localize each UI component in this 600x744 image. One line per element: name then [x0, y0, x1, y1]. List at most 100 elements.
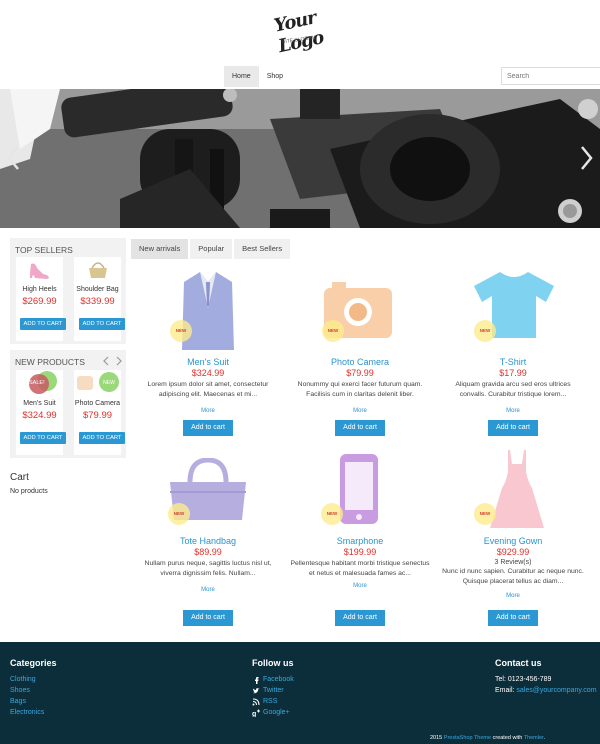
search-input[interactable]: [501, 67, 600, 85]
product-price: $199.99: [343, 547, 377, 557]
footer-contact-title: Contact us: [495, 658, 542, 668]
new-product-price: $79.99: [82, 410, 113, 421]
tab-best-sellers[interactable]: Best Sellers: [234, 239, 291, 259]
new-badge: NEW: [474, 320, 496, 342]
more-link[interactable]: More: [285, 408, 435, 414]
slider-next-arrow-icon[interactable]: [578, 145, 594, 171]
shoulder-bag-icon: [88, 262, 107, 278]
footer-link-rss[interactable]: RSS: [252, 696, 294, 707]
add-to-cart-button[interactable]: ADD TO CART: [20, 318, 66, 330]
new-badge: NEW: [170, 320, 192, 342]
chevron-right-icon[interactable]: [116, 356, 122, 366]
cart-title: Cart: [10, 472, 29, 483]
site-logo[interactable]: Your Logo SITE SLOGAN: [270, 4, 330, 57]
product-name[interactable]: Tote Handbag: [133, 536, 283, 546]
footer-link-clothing[interactable]: Clothing: [10, 674, 57, 685]
twitter-label: Twitter: [263, 687, 284, 694]
facebook-icon: [255, 676, 259, 684]
new-badge-icon: NEW: [76, 372, 119, 392]
slider-image: [0, 89, 600, 228]
copyright-created: created with: [492, 735, 523, 741]
top-seller-price: $339.99: [80, 296, 115, 307]
add-to-cart-button[interactable]: Add to cart: [488, 610, 538, 626]
footer-categories: Categories Clothing Shoes Bags Electroni…: [10, 658, 57, 718]
product-description: Aliquam gravida arcu sed eros ultrices c…: [455, 381, 571, 398]
new-product-price: $324.99: [22, 410, 57, 421]
top-seller-name: Shoulder Bag: [76, 286, 119, 293]
add-to-cart-button[interactable]: Add to cart: [183, 420, 233, 436]
svg-text:g: g: [252, 711, 256, 717]
top-seller-name: High Heels: [22, 286, 57, 293]
footer-link-google-plus[interactable]: g Google+: [252, 707, 294, 718]
product-price: $929.99: [496, 547, 530, 557]
product-description: Nunc id nunc sapien. Curabitur ac neque …: [442, 568, 584, 585]
product-price: $324.99: [191, 368, 225, 378]
product-description: Lorem ipsum dolor sit amet, consectetur …: [147, 381, 269, 398]
gown-icon[interactable]: [488, 448, 546, 530]
chevron-left-icon[interactable]: [103, 356, 109, 366]
product-name[interactable]: Evening Gown: [438, 536, 588, 546]
tab-new-arrivals[interactable]: New arrivals: [131, 239, 189, 259]
product-tabs: New arrivals Popular Best Sellers: [131, 239, 292, 259]
twitter-icon: [253, 687, 260, 693]
nav-item-shop[interactable]: Shop: [259, 66, 291, 87]
footer-categories-title: Categories: [10, 658, 57, 668]
svg-text:NEW: NEW: [103, 380, 115, 386]
copyright-year: 2015: [430, 735, 443, 741]
product-name[interactable]: Men's Suit: [133, 357, 283, 367]
product-name[interactable]: Smarphone: [285, 536, 435, 546]
slider-prev-arrow-icon[interactable]: [6, 145, 22, 171]
nav-item-home[interactable]: Home: [224, 66, 259, 87]
product-card: T-Shirt $17.99 Aliquam gravida arcu sed …: [438, 357, 588, 436]
add-to-cart-button[interactable]: ADD TO CART: [79, 318, 125, 330]
product-name[interactable]: Photo Camera: [285, 357, 435, 367]
rss-icon: [252, 698, 260, 705]
product-description: Nullam purus neque, sagittis luctus nisl…: [144, 560, 272, 577]
smartphone-icon[interactable]: [338, 452, 380, 526]
product-reviews[interactable]: 3 Review(s): [438, 559, 588, 566]
google-plus-label: Google+: [263, 709, 290, 716]
more-link[interactable]: More: [133, 587, 283, 593]
more-link[interactable]: More: [438, 593, 588, 599]
product-name[interactable]: T-Shirt: [438, 357, 588, 367]
top-seller-price: $269.99: [22, 296, 57, 307]
search-box: [501, 67, 600, 85]
site-footer: Categories Clothing Shoes Bags Electroni…: [0, 642, 600, 744]
product-card: Smarphone $199.99 Pellentesque habitant …: [285, 536, 435, 626]
more-link[interactable]: More: [133, 408, 283, 414]
footer-link-bags[interactable]: Bags: [10, 696, 57, 707]
footer-link-twitter[interactable]: Twitter: [252, 685, 294, 696]
add-to-cart-button[interactable]: Add to cart: [183, 610, 233, 626]
product-price: $17.99: [499, 368, 527, 378]
footer-follow: Follow us Facebook Twitter RSS g Google+: [252, 658, 294, 718]
add-to-cart-button[interactable]: Add to cart: [488, 420, 538, 436]
new-badge: NEW: [322, 320, 344, 342]
more-link[interactable]: More: [438, 408, 588, 414]
add-to-cart-button[interactable]: Add to cart: [335, 420, 385, 436]
contact-email: Email: sales@yourcompany.com: [495, 685, 597, 696]
add-to-cart-button[interactable]: ADD TO CART: [20, 432, 66, 444]
tab-popular[interactable]: Popular: [190, 239, 233, 259]
themler-link[interactable]: Themler: [524, 735, 544, 741]
google-plus-icon: g: [252, 709, 260, 717]
footer-link-electronics[interactable]: Electronics: [10, 707, 57, 718]
footer-link-shoes[interactable]: Shoes: [10, 685, 57, 696]
high-heels-icon: [29, 263, 49, 279]
rss-label: RSS: [263, 698, 278, 705]
product-description: Nonummy qui exerci facer futurum quam. F…: [297, 381, 423, 398]
prestashop-theme-link[interactable]: PrestaShop Theme: [444, 735, 491, 741]
top-sellers-title: TOP SELLERS: [15, 245, 73, 255]
phone-label: Tel:: [495, 676, 506, 683]
carousel-arrows: [103, 356, 122, 366]
email-link[interactable]: sales@yourcompany.com: [516, 687, 596, 694]
hero-slider: [0, 89, 600, 228]
new-product-name: Photo Camera: [74, 400, 121, 407]
more-link[interactable]: More: [285, 583, 435, 589]
new-badge: NEW: [168, 503, 190, 525]
cart-empty-text: No products: [10, 488, 48, 495]
facebook-label: Facebook: [263, 676, 294, 683]
add-to-cart-button[interactable]: ADD TO CART: [79, 432, 125, 444]
email-label: Email:: [495, 687, 515, 694]
add-to-cart-button[interactable]: Add to cart: [335, 610, 385, 626]
footer-link-facebook[interactable]: Facebook: [252, 674, 294, 685]
